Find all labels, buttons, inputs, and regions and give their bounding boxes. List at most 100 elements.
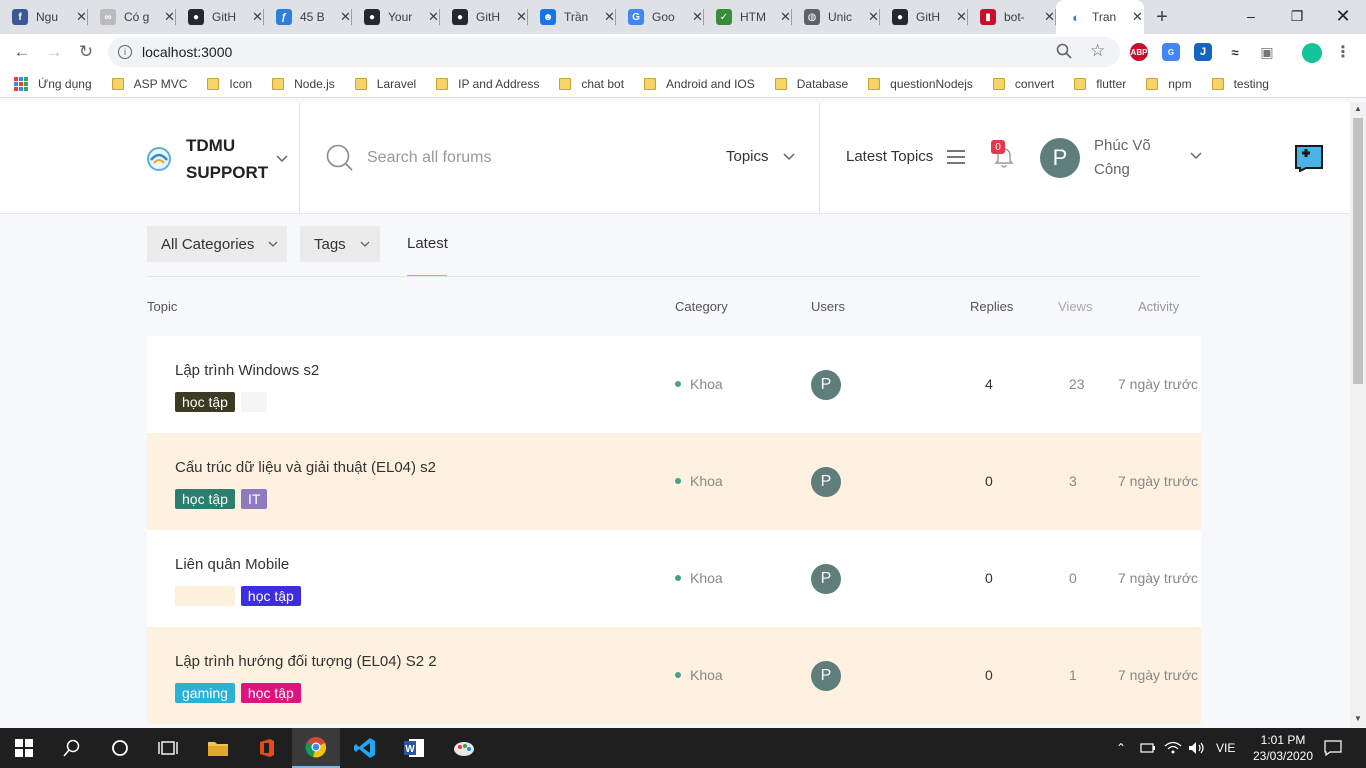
topic-title-link[interactable]: Lập trình hướng đối tượng (EL04) S2 2 [175, 653, 437, 670]
chrome-menu-icon[interactable]: ⋮ [1334, 43, 1352, 61]
page-scrollbar[interactable]: ▲ ▼ [1350, 102, 1366, 727]
activity-time[interactable]: 7 ngày trước [1118, 667, 1198, 683]
activity-time[interactable]: 7 ngày trước [1118, 376, 1198, 392]
close-tab-icon[interactable]: ✕ [780, 9, 791, 25]
bookmark-folder[interactable]: ASP MVC [111, 77, 187, 91]
close-tab-icon[interactable]: ✕ [252, 9, 263, 25]
cortana-icon[interactable] [96, 728, 144, 768]
browser-tab[interactable]: ◍ Unic ✕ [792, 0, 880, 34]
word-icon[interactable]: W [390, 728, 438, 768]
activity-time[interactable]: 7 ngày trước [1118, 473, 1198, 489]
user-name[interactable]: Phúc Võ Công [1094, 134, 1174, 182]
adblock-plus-icon[interactable]: ABP [1130, 43, 1148, 61]
bookmark-folder[interactable]: Laravel [354, 77, 416, 91]
close-tab-icon[interactable]: ✕ [516, 9, 527, 25]
notifications-icon[interactable] [1324, 728, 1342, 768]
address-bar[interactable]: i localhost:3000 ☆ [108, 37, 1120, 67]
column-header-category[interactable]: Category [675, 299, 728, 314]
back-button[interactable]: ← [6, 36, 38, 68]
topic-category[interactable]: Khoa [675, 667, 723, 683]
column-header-users[interactable]: Users [811, 299, 845, 314]
apps-shortcut[interactable]: Ứng dụng [14, 76, 92, 91]
wifi-icon[interactable] [1164, 728, 1182, 768]
all-categories-dropdown[interactable]: All Categories [147, 226, 287, 262]
brand[interactable]: TDMU SUPPORT [146, 132, 288, 186]
close-tab-icon[interactable]: ✕ [956, 9, 967, 25]
camera-icon[interactable]: ▣ [1258, 43, 1276, 61]
chrome-taskbar-icon[interactable] [292, 728, 340, 768]
close-tab-icon[interactable]: ✕ [164, 9, 175, 25]
search-input[interactable]: Search all forums [367, 149, 492, 167]
browser-tab[interactable]: ● GitH ✕ [176, 0, 264, 34]
topic-tag[interactable]: học tập [240, 683, 301, 703]
extension-wave-icon[interactable]: ≈ [1226, 43, 1244, 61]
bookmark-folder[interactable]: IP and Address [436, 77, 539, 91]
search-box[interactable]: Search all forums [326, 144, 492, 172]
bookmark-folder[interactable]: Icon [207, 77, 252, 91]
reload-button[interactable]: ↻ [70, 36, 102, 68]
site-info-icon[interactable]: i [118, 45, 132, 59]
bookmark-folder[interactable]: Database [774, 77, 848, 91]
new-topic-icon[interactable] [1294, 144, 1324, 172]
bookmark-folder[interactable]: flutter [1074, 77, 1126, 91]
browser-tab[interactable]: ☻ Trần ✕ [528, 0, 616, 34]
close-tab-icon[interactable]: ✕ [428, 9, 439, 25]
scrollbar-thumb[interactable] [1353, 118, 1363, 384]
topic-tag[interactable]: gaming [175, 586, 235, 606]
scroll-down-icon[interactable]: ▼ [1354, 714, 1362, 723]
poster-avatar[interactable]: P [811, 661, 841, 691]
bookmark-folder[interactable]: questionNodejs [868, 77, 973, 91]
clock[interactable]: 1:01 PM 23/03/2020 [1250, 732, 1316, 764]
forward-button[interactable]: → [38, 36, 70, 68]
restore-button[interactable]: ❐ [1274, 0, 1320, 32]
topic-category[interactable]: Khoa [675, 376, 723, 392]
column-header-activity[interactable]: Activity [1138, 299, 1179, 314]
activity-time[interactable]: 7 ngày trước [1118, 570, 1198, 586]
battery-icon[interactable] [1140, 728, 1156, 768]
language-indicator[interactable]: VIE [1216, 728, 1235, 768]
chevron-down-icon[interactable] [1190, 152, 1202, 160]
close-window-button[interactable]: ✕ [1320, 0, 1366, 32]
topic-tag[interactable]: gaming [175, 683, 235, 703]
column-header-replies[interactable]: Replies [970, 299, 1013, 314]
close-tab-icon[interactable]: ✕ [340, 9, 351, 25]
topic-tag[interactable]: học tập [175, 489, 235, 509]
bookmark-star-icon[interactable]: ☆ [1090, 41, 1105, 61]
file-explorer-icon[interactable] [194, 728, 242, 768]
bookmark-folder[interactable]: Node.js [272, 77, 335, 91]
close-tab-icon[interactable]: ✕ [692, 9, 703, 25]
extension-j-icon[interactable]: J [1194, 43, 1212, 61]
paint-icon[interactable] [440, 728, 488, 768]
vscode-icon[interactable] [341, 728, 389, 768]
close-tab-icon[interactable]: ✕ [604, 9, 615, 25]
grammarly-icon[interactable] [1302, 43, 1322, 63]
bookmark-folder[interactable]: chat bot [559, 77, 624, 91]
topic-category[interactable]: Khoa [675, 473, 723, 489]
topic-title-link[interactable]: Cấu trúc dữ liệu và giải thuật (EL04) s2 [175, 459, 436, 476]
scroll-up-icon[interactable]: ▲ [1354, 104, 1362, 113]
minimize-button[interactable]: – [1228, 0, 1274, 32]
poster-avatar[interactable]: P [811, 370, 841, 400]
close-tab-icon[interactable]: ✕ [76, 9, 87, 25]
start-button[interactable] [0, 728, 48, 768]
tab-latest[interactable]: Latest [407, 235, 448, 252]
topic-tag[interactable]: IT [240, 392, 268, 412]
browser-tab[interactable]: f Ngu ✕ [0, 0, 88, 34]
topics-dropdown[interactable]: Topics [726, 148, 795, 165]
task-view-icon[interactable] [144, 728, 192, 768]
bookmark-folder[interactable]: npm [1146, 77, 1192, 91]
chevron-down-icon[interactable] [276, 152, 288, 166]
new-tab-button[interactable]: + [1144, 0, 1180, 34]
topic-title-link[interactable]: Liên quân Mobile [175, 556, 289, 573]
topic-tag[interactable]: học tập [175, 392, 235, 412]
topic-tag[interactable]: IT [240, 489, 268, 509]
bookmark-folder[interactable]: convert [992, 77, 1054, 91]
tags-dropdown[interactable]: Tags [300, 226, 380, 262]
close-tab-icon[interactable]: ✕ [1132, 9, 1143, 25]
google-translate-icon[interactable]: G [1162, 43, 1180, 61]
poster-avatar[interactable]: P [811, 564, 841, 594]
close-tab-icon[interactable]: ✕ [868, 9, 879, 25]
volume-icon[interactable] [1188, 728, 1206, 768]
browser-tab[interactable]: ▮ bot- ✕ [968, 0, 1056, 34]
column-header-topic[interactable]: Topic [147, 299, 177, 314]
